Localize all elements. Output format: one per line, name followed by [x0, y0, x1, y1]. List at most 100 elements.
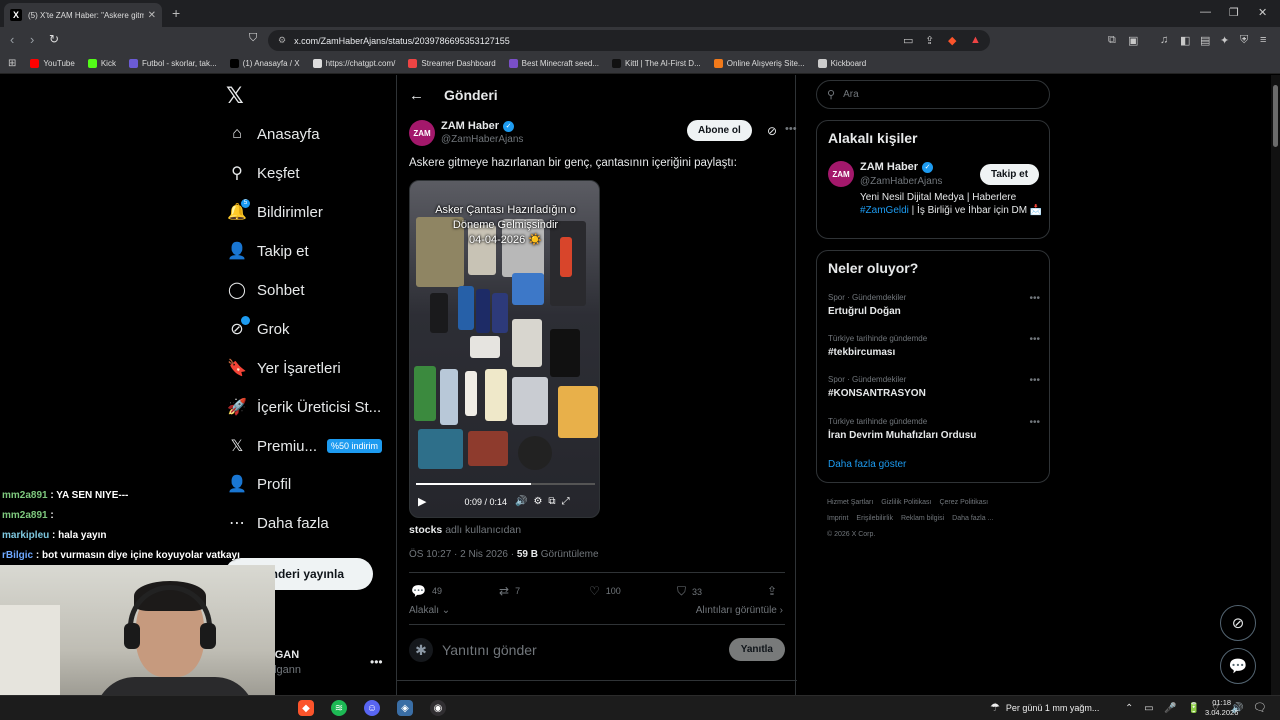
bookmark-item[interactable]: YouTube: [30, 59, 75, 68]
nav-item-search[interactable]: ⚲ Keşfet: [228, 164, 299, 183]
messages-fab-icon[interactable]: 💬: [1220, 648, 1256, 684]
wallet-icon[interactable]: ▤: [1200, 34, 1210, 47]
nav-item-more[interactable]: ⋯ Daha fazla: [228, 514, 329, 533]
video-progress-bar[interactable]: [416, 483, 595, 485]
show-more-link[interactable]: Daha fazla göster: [828, 459, 906, 470]
forward-icon[interactable]: ›: [30, 32, 34, 47]
site-info-icon[interactable]: ⚙: [278, 35, 286, 46]
footer-link[interactable]: Reklam bilgisi: [901, 515, 944, 522]
nav-item-profile[interactable]: 👤 Profil: [227, 475, 291, 494]
discord-taskbar-icon[interactable]: ☺: [364, 700, 380, 716]
trend-item[interactable]: Spor · Gündemdekiler Ertuğrul Doğan •••: [828, 293, 1040, 317]
trend-item[interactable]: Türkiye tarihinde gündemde İran Devrim Mu…: [828, 417, 1040, 441]
grok-explain-icon[interactable]: ⊘: [767, 124, 777, 138]
page-scrollbar[interactable]: [1271, 75, 1280, 695]
follow-button[interactable]: Takip et: [980, 164, 1040, 185]
trend-item[interactable]: Türkiye tarihinde gündemde #tekbircuması •…: [828, 334, 1040, 358]
share-action[interactable]: ⇪: [767, 584, 783, 598]
nav-item-follow[interactable]: 👤 Takip et: [227, 242, 309, 261]
obs-taskbar-icon[interactable]: ◉: [430, 700, 446, 716]
user-avatar[interactable]: ✱: [409, 638, 433, 662]
trend-item[interactable]: Spor · Gündemdekiler #KONSANTRASYON •••: [828, 375, 1040, 399]
trend-more-icon[interactable]: •••: [1029, 417, 1040, 428]
bookmark-item[interactable]: Kittl | The AI-First D...: [612, 59, 701, 68]
repost-action[interactable]: ⇄ 7: [499, 584, 520, 598]
leo-icon[interactable]: ✦: [1220, 34, 1229, 47]
nav-item-bell[interactable]: 🔔 5 Bildirimler: [227, 199, 323, 221]
footer-link[interactable]: Erişilebilirlik: [856, 515, 893, 522]
apps-icon[interactable]: ⊞: [8, 58, 16, 69]
share-icon[interactable]: ⇪: [925, 34, 934, 47]
restore-icon[interactable]: ❐: [1229, 6, 1239, 19]
menu-icon[interactable]: ≡: [1260, 34, 1266, 46]
author-avatar[interactable]: ZAM: [409, 120, 435, 146]
grok-fab-icon[interactable]: ⊘: [1220, 605, 1256, 641]
view-quotes-link[interactable]: Alıntıları görüntüle ›: [696, 605, 783, 616]
address-bar[interactable]: ⚙ x.com/ZamHaberAjans/status/20397866953…: [268, 30, 990, 51]
extensions-icon[interactable]: ⧉: [1108, 34, 1116, 47]
footer-link[interactable]: © 2026 X Corp.: [827, 531, 875, 538]
author-handle[interactable]: @ZamHaberAjans: [441, 134, 523, 145]
close-tab-icon[interactable]: ✕: [148, 10, 156, 21]
post-timestamp[interactable]: ÖS 10:27 · 2 Nis 2026 ·: [409, 549, 517, 560]
new-tab-button[interactable]: +: [172, 5, 180, 21]
footer-link[interactable]: Daha fazla ...: [952, 515, 993, 522]
vpn-icon[interactable]: ⛨: [1240, 34, 1248, 47]
bookmark-page-icon[interactable]: ⛉: [249, 32, 257, 45]
source-user[interactable]: stocks: [409, 524, 442, 536]
footer-link[interactable]: Hizmet Şartları: [827, 499, 873, 506]
media-icon[interactable]: ♫: [1160, 34, 1168, 46]
x-logo-icon[interactable]: 𝕏: [226, 83, 244, 109]
footer-link[interactable]: Gizlilik Politikası: [881, 499, 931, 506]
bookmark-item[interactable]: Streamer Dashboard: [408, 59, 496, 68]
footer-link[interactable]: Çerez Politikası: [939, 499, 988, 506]
bookmark-item[interactable]: Online Alışveriş Site...: [713, 59, 805, 68]
bio-hashtag[interactable]: #ZamGeldi: [860, 205, 909, 216]
close-window-icon[interactable]: ✕: [1258, 6, 1267, 19]
bookmark-item[interactable]: Kick: [87, 59, 116, 68]
scrollbar-thumb[interactable]: [1273, 85, 1278, 147]
post-more-icon[interactable]: •••: [785, 123, 797, 135]
footer-link[interactable]: Imprint: [827, 515, 848, 522]
sidebar-icon[interactable]: ◧: [1180, 34, 1190, 47]
bookmark-item[interactable]: Kickboard: [817, 59, 866, 68]
trend-more-icon[interactable]: •••: [1029, 375, 1040, 386]
related-person-handle[interactable]: @ZamHaberAjans: [860, 176, 942, 187]
play-icon[interactable]: ▶: [418, 495, 426, 508]
notification-icon[interactable]: 🗨: [1253, 701, 1267, 714]
author-name-row[interactable]: ZAM Haber ✓: [441, 120, 515, 132]
weather-widget[interactable]: ☂ Per günü 1 mm yağm...: [990, 701, 1099, 714]
nav-item-x-premium[interactable]: 𝕏 Premiu... %50 indirim: [228, 437, 383, 455]
app-taskbar-icon[interactable]: ◈: [397, 700, 413, 716]
subscribe-button[interactable]: Abone ol: [687, 120, 752, 141]
search-input[interactable]: ⚲ Ara: [816, 80, 1050, 109]
nav-item-home[interactable]: ⌂ Anasayfa: [228, 125, 319, 143]
bookmark-item[interactable]: Best Minecraft seed...: [508, 59, 599, 68]
brave-shield-icon[interactable]: ◆: [948, 34, 956, 47]
reload-icon[interactable]: ↻: [49, 32, 59, 46]
nav-item-bookmark[interactable]: 🔖 Yer İşaretleri: [227, 359, 341, 378]
trend-more-icon[interactable]: •••: [1029, 293, 1040, 304]
related-dropdown[interactable]: Alakalı ⌄: [409, 605, 450, 616]
bookmark-item[interactable]: Futbol - skorlar, tak...: [128, 59, 217, 68]
nav-item-chat[interactable]: ◯ Sohbet: [228, 281, 305, 300]
trend-more-icon[interactable]: •••: [1029, 334, 1040, 345]
like-action[interactable]: ♡ 100: [589, 584, 621, 598]
minimize-icon[interactable]: —: [1200, 6, 1211, 18]
reply-input[interactable]: Yanıtını gönder: [442, 642, 537, 658]
reply-action[interactable]: 💬 49: [411, 584, 442, 598]
bookmark-item[interactable]: (1) Anasayfa / X: [229, 59, 300, 68]
nav-item-rocket[interactable]: 🚀 İçerik Üreticisi St...: [227, 398, 381, 417]
nav-item-grok[interactable]: ⊘ Grok: [228, 316, 290, 338]
video-player[interactable]: Asker Çantası Hazırladığın o Döneme Gelm…: [409, 180, 600, 518]
related-person-name-row[interactable]: ZAM Haber ✓: [860, 161, 934, 173]
related-person-avatar[interactable]: ZAM: [828, 161, 854, 187]
bookmark-action[interactable]: ⛉ 33: [677, 584, 702, 599]
reply-button[interactable]: Yanıtla: [728, 638, 785, 661]
clock[interactable]: 01:18 3.04.2026: [1205, 698, 1238, 718]
reader-icon[interactable]: ▣: [1128, 34, 1138, 47]
video-control-icons[interactable]: 🔊⚙⧉⤢: [515, 496, 576, 507]
back-arrow-icon[interactable]: ←: [409, 87, 424, 104]
spotify-taskbar-icon[interactable]: ≋: [331, 700, 347, 716]
bookmark-item[interactable]: https://chatgpt.com/: [312, 59, 395, 68]
